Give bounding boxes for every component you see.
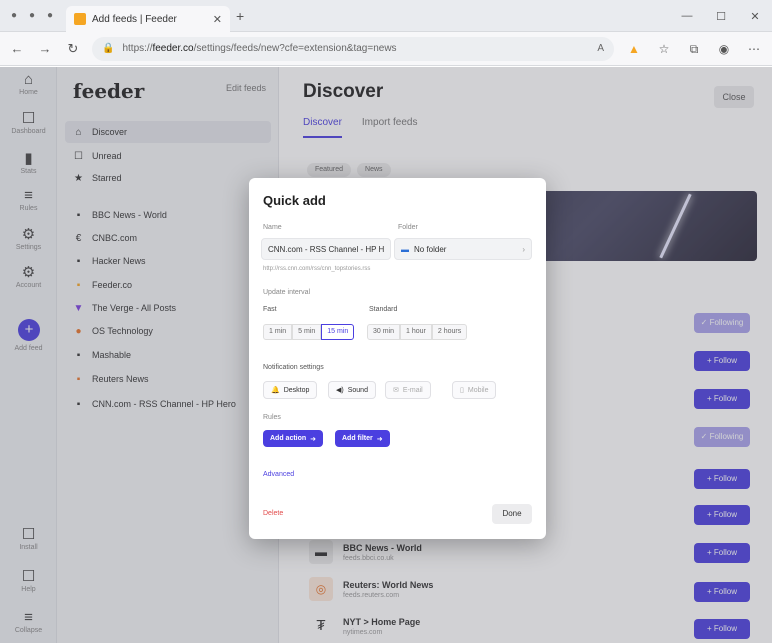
standard-label: Standard xyxy=(369,306,398,313)
feed-name-input[interactable]: CNN.com - RSS Channel - HP Hero xyxy=(261,238,391,260)
window-traffic-lights: ● ● ● xyxy=(8,10,56,22)
fast-label: Fast xyxy=(263,306,277,313)
update-interval-label: Update interval xyxy=(263,289,311,296)
standard-interval-selector: 30 min 1 hour 2 hours xyxy=(367,324,468,340)
window-dot-icon[interactable]: ● xyxy=(8,10,20,22)
delete-button[interactable]: Delete xyxy=(263,510,283,517)
collections-icon[interactable]: ⧉ xyxy=(684,39,704,59)
forward-icon[interactable]: → xyxy=(36,40,54,58)
add-filter-button[interactable]: Add filter ➜ xyxy=(335,430,390,447)
feed-url: http://rss.cnn.com/rss/cnn_topstories.rs… xyxy=(263,266,371,272)
read-aloud-icon[interactable]: A xyxy=(597,43,604,54)
advanced-link[interactable]: Advanced xyxy=(263,471,294,478)
browser-tab[interactable]: Add feeds | Feeder ✕ xyxy=(66,6,230,32)
desktop-toggle[interactable]: 🔔 Desktop xyxy=(263,381,318,399)
new-tab-icon[interactable]: + xyxy=(236,8,244,24)
more-options-icon[interactable]: ⋯ xyxy=(744,39,764,59)
arrow-right-icon: ➜ xyxy=(310,435,317,443)
chevron-right-icon: › xyxy=(522,244,525,254)
lock-icon: 🔒 xyxy=(102,43,115,54)
folder-icon: ▬ xyxy=(401,244,409,254)
maximize-icon[interactable]: ☐ xyxy=(704,0,738,32)
add-action-button[interactable]: Add action ➜ xyxy=(263,430,324,447)
notification-settings-label: Notification settings xyxy=(263,364,324,371)
favorites-icon[interactable]: ☆ xyxy=(654,39,674,59)
done-button[interactable]: Done xyxy=(492,504,532,524)
url-bar[interactable]: 🔒 https://feeder.co/settings/feeds/new?c… xyxy=(92,36,614,61)
dialog-title: Quick add xyxy=(263,193,326,208)
tab-title: Add feeds | Feeder xyxy=(92,13,177,25)
quick-add-dialog: Quick add Name Folder CNN.com - RSS Chan… xyxy=(249,178,546,539)
speaker-icon: ◀) xyxy=(336,387,344,394)
phone-icon: ▯ xyxy=(460,387,464,394)
url-text: https://feeder.co/settings/feeds/new?cfe… xyxy=(122,43,397,54)
refresh-icon[interactable]: ↻ xyxy=(64,40,82,58)
interval-option[interactable]: 1 hour xyxy=(400,324,432,340)
name-label: Name xyxy=(263,224,282,231)
back-icon[interactable]: ← xyxy=(8,40,26,58)
interval-option[interactable]: 5 min xyxy=(292,324,322,340)
email-toggle[interactable]: ✉ E-mail xyxy=(385,381,431,399)
browser-tab-bar: ● ● ● Add feeds | Feeder ✕ + — ☐ ✕ xyxy=(0,0,772,32)
close-tab-icon[interactable]: ✕ xyxy=(213,13,222,26)
close-window-icon[interactable]: ✕ xyxy=(738,0,772,32)
folder-label: Folder xyxy=(398,224,418,231)
arrow-right-icon: ➜ xyxy=(376,435,383,443)
feeder-favicon-icon xyxy=(74,13,86,25)
bell-icon: 🔔 xyxy=(271,387,280,394)
mobile-toggle[interactable]: ▯ Mobile xyxy=(452,381,497,399)
interval-option[interactable]: 30 min xyxy=(367,324,401,340)
profile-icon[interactable]: ◉ xyxy=(714,39,734,59)
window-controls: — ☐ ✕ xyxy=(670,0,772,32)
interval-option-selected[interactable]: 15 min xyxy=(321,324,355,340)
interval-option[interactable]: 1 min xyxy=(263,324,293,340)
rules-label: Rules xyxy=(263,414,281,421)
minimize-icon[interactable]: — xyxy=(670,0,704,32)
address-toolbar: ← → ↻ 🔒 https://feeder.co/settings/feeds… xyxy=(0,32,772,66)
mail-icon: ✉ xyxy=(393,387,399,394)
folder-select[interactable]: ▬ No folder › xyxy=(394,238,532,260)
window-dot-icon[interactable]: ● xyxy=(44,10,56,22)
fast-interval-selector: 1 min 5 min 15 min xyxy=(263,324,355,340)
window-dot-icon[interactable]: ● xyxy=(26,10,38,22)
sound-toggle[interactable]: ◀) Sound xyxy=(328,381,376,399)
feeder-extension-icon[interactable]: ▲ xyxy=(624,39,644,59)
interval-option[interactable]: 2 hours xyxy=(431,324,468,340)
